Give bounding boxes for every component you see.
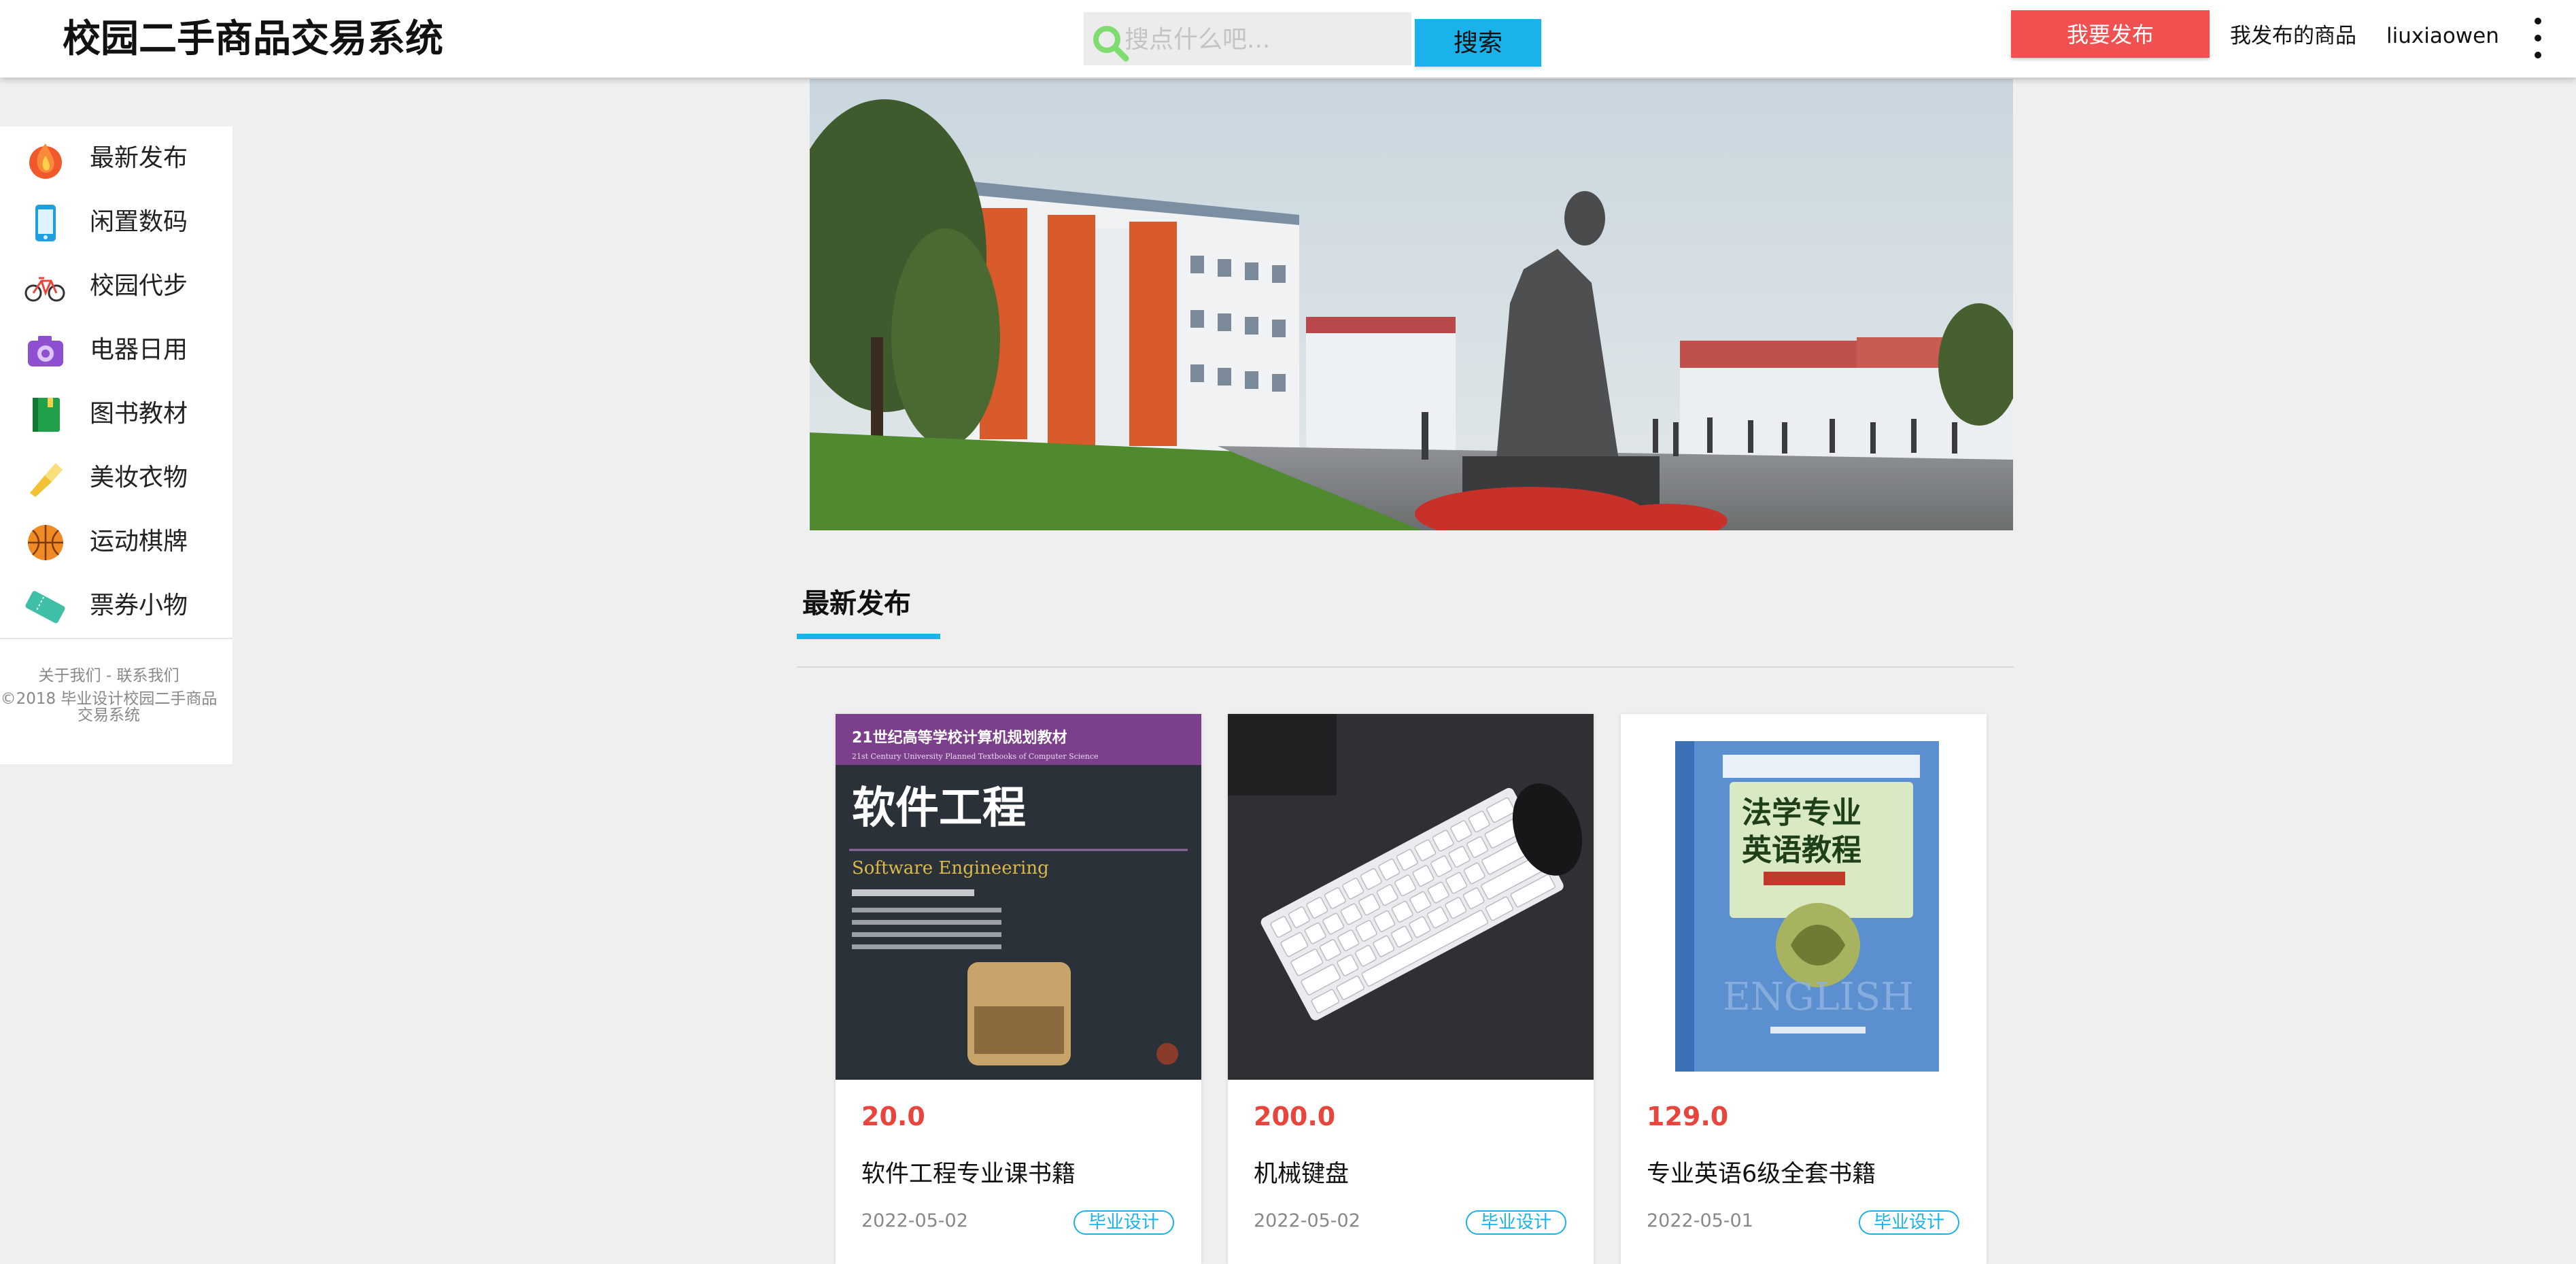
sidebar-footer-copyright: ©2018 毕业设计校园二手商品交易系统 xyxy=(0,690,218,724)
product-tag: 毕业设计 xyxy=(1859,1210,1959,1235)
campus-banner-photo xyxy=(810,79,2013,530)
sidebar-item-label: 电器日用 xyxy=(90,336,188,364)
sidebar-item-tickets[interactable]: 票券小物 xyxy=(0,574,233,638)
bicycle-icon xyxy=(24,277,65,302)
product-title[interactable]: 软件工程专业课书籍 xyxy=(861,1155,1076,1189)
ticket-icon xyxy=(25,591,65,624)
book-cover-legal-english[interactable]: 法学专业 英语教程 ENGLISH xyxy=(1621,714,1987,1080)
search-button[interactable]: 搜索 xyxy=(1415,19,1541,67)
product-title[interactable]: 机械键盘 xyxy=(1254,1155,1349,1189)
section-title-latest[interactable]: 最新发布 xyxy=(802,581,911,621)
search-box xyxy=(1084,12,1411,67)
user-account-link[interactable]: liuxiaowen xyxy=(2386,19,2499,53)
cover-series-text: 21世纪高等学校计算机规划教材 xyxy=(852,729,1067,747)
product-price: 20.0 xyxy=(861,1101,925,1131)
sidebar-item-label: 最新发布 xyxy=(90,144,188,172)
basketball-icon xyxy=(28,525,63,560)
publish-button[interactable]: 我要发布 xyxy=(2011,10,2210,58)
phone-icon xyxy=(35,205,56,241)
sidebar-item-appliance[interactable]: 电器日用 xyxy=(0,318,233,382)
sidebar-item-sports[interactable]: 运动棋牌 xyxy=(0,510,233,574)
product-card[interactable]: 法学专业 英语教程 ENGLISH 129.0 专业英语6级全套书籍 2022-… xyxy=(1621,714,1987,1264)
sidebar-item-latest[interactable]: 最新发布 xyxy=(0,126,233,190)
sidebar-item-label: 票券小物 xyxy=(90,592,188,619)
sidebar-item-books[interactable]: 图书教材 xyxy=(0,382,233,446)
section-tab-indicator xyxy=(797,634,940,639)
cover-series-en-text: 21st Century University Planned Textbook… xyxy=(852,752,1099,761)
book-cover-software-engineering[interactable]: 21世纪高等学校计算机规划教材 21st Century University … xyxy=(836,714,1201,1080)
product-price: 129.0 xyxy=(1647,1101,1729,1131)
cover-english-word: ENGLISH xyxy=(1723,975,1914,1019)
sidebar-item-digital[interactable]: 闲置数码 xyxy=(0,190,233,254)
fire-icon xyxy=(29,143,62,179)
search-input[interactable] xyxy=(1123,12,1411,67)
product-date: 2022-05-02 xyxy=(861,1210,968,1231)
sidebar-item-label: 图书教材 xyxy=(90,400,188,428)
more-vertical-icon[interactable] xyxy=(2526,12,2549,64)
top-header: 校园二手商品交易系统 搜索 我要发布 我发布的商品 liuxiaowen xyxy=(0,0,2576,78)
cover-title-text: 软件工程 xyxy=(852,783,1026,834)
sidebar-item-label: 校园代步 xyxy=(90,272,188,300)
sidebar-item-cosmetics[interactable]: 美妆衣物 xyxy=(0,446,233,510)
product-tag: 毕业设计 xyxy=(1466,1210,1566,1235)
sidebar-divider xyxy=(0,638,233,639)
mechanical-keyboard-photo[interactable] xyxy=(1228,714,1594,1080)
cover-subtitle-text: Software Engineering xyxy=(852,858,1049,878)
product-card[interactable]: 200.0 机械键盘 2022-05-02 毕业设计 xyxy=(1228,714,1594,1264)
sidebar-item-label: 美妆衣物 xyxy=(90,464,188,492)
sidebar-footer-links[interactable]: 关于我们 - 联系我们 xyxy=(0,662,218,685)
sidebar-item-label: 运动棋牌 xyxy=(90,528,188,556)
product-card[interactable]: 21世纪高等学校计算机规划教材 21st Century University … xyxy=(836,714,1201,1264)
camera-icon xyxy=(28,336,63,366)
lipstick-icon xyxy=(30,463,63,497)
sidebar-item-bike[interactable]: 校园代步 xyxy=(0,254,233,318)
product-date: 2022-05-02 xyxy=(1254,1210,1360,1231)
product-date: 2022-05-01 xyxy=(1647,1210,1753,1231)
product-price: 200.0 xyxy=(1254,1101,1336,1131)
cover-title-line2: 英语教程 xyxy=(1742,833,1861,868)
product-title[interactable]: 专业英语6级全套书籍 xyxy=(1647,1155,1876,1189)
cover-title-line1: 法学专业 xyxy=(1742,796,1861,830)
section-divider xyxy=(797,666,2014,668)
category-sidebar: 最新发布 闲置数码 校园代步 电器日用 图书教材 美妆衣物 运动棋牌 票券小物 … xyxy=(0,126,233,764)
book-icon xyxy=(33,398,60,432)
my-goods-link[interactable]: 我发布的商品 xyxy=(2230,19,2356,53)
sidebar-item-label: 闲置数码 xyxy=(90,208,188,236)
product-tag: 毕业设计 xyxy=(1074,1210,1174,1235)
app-logo-title[interactable]: 校园二手商品交易系统 xyxy=(63,12,443,67)
